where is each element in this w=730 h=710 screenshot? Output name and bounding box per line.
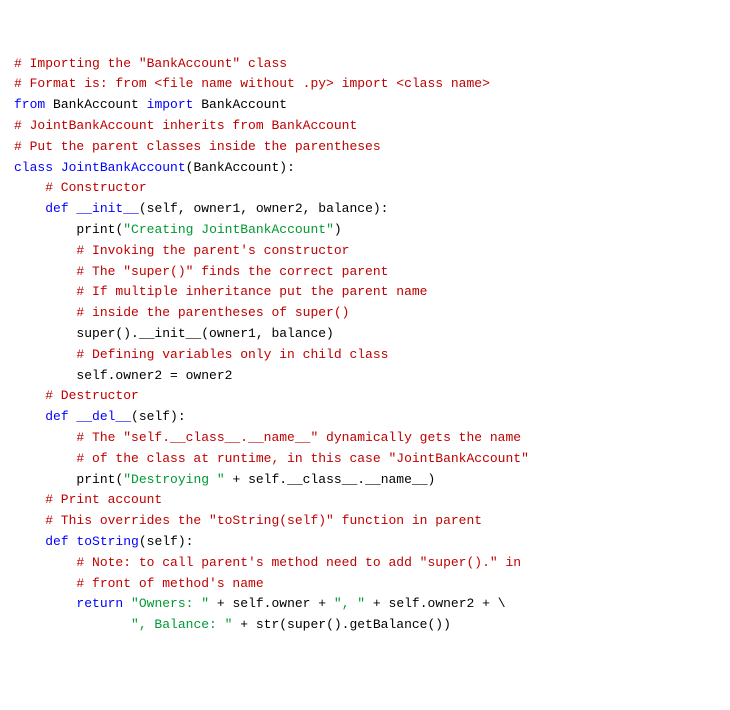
class-name: JointBankAccount — [53, 160, 186, 175]
string-literal: ", Balance: " — [131, 617, 232, 632]
keyword-def: def — [45, 201, 68, 216]
params: (self): — [131, 409, 186, 424]
code-line: def __del__(self): — [14, 407, 716, 428]
code-line: # front of method's name — [14, 574, 716, 595]
parent-class: BankAccount — [193, 160, 279, 175]
keyword-from: from — [14, 97, 45, 112]
keyword-def: def — [45, 534, 68, 549]
keyword-def: def — [45, 409, 68, 424]
string-literal: "Destroying " — [123, 472, 224, 487]
expression: + self.__class__.__name__) — [225, 472, 436, 487]
code-line: # JointBankAccount inherits from BankAcc… — [14, 116, 716, 137]
expression: + self.owner2 + \ — [365, 596, 505, 611]
params: (self): — [139, 534, 194, 549]
expression: + str(super().getBalance()) — [232, 617, 450, 632]
indent — [14, 201, 45, 216]
code-line: from BankAccount import BankAccount — [14, 95, 716, 116]
paren: ): — [279, 160, 295, 175]
paren: ) — [334, 222, 342, 237]
expression: + self.owner + — [209, 596, 334, 611]
comment: # front of method's name — [14, 576, 264, 591]
string-literal: ", " — [334, 596, 365, 611]
code-line: # This overrides the "toString(self)" fu… — [14, 511, 716, 532]
code-line: # Note: to call parent's method need to … — [14, 553, 716, 574]
comment: # Importing the "BankAccount" class — [14, 56, 287, 71]
code-line: class JointBankAccount(BankAccount): — [14, 158, 716, 179]
statement: self.owner2 = owner2 — [14, 368, 232, 383]
comment: # Defining variables only in child class — [14, 347, 388, 362]
keyword-class: class — [14, 160, 53, 175]
code-line: # Destructor — [14, 386, 716, 407]
string-literal: "Creating JointBankAccount" — [123, 222, 334, 237]
indent — [14, 534, 45, 549]
code-line: self.owner2 = owner2 — [14, 366, 716, 387]
code-line: # inside the parentheses of super() — [14, 303, 716, 324]
code-line: # If multiple inheritance put the parent… — [14, 282, 716, 303]
comment: # This overrides the "toString(self)" fu… — [14, 513, 482, 528]
comment: # Invoking the parent's constructor — [14, 243, 349, 258]
comment: # Constructor — [14, 180, 147, 195]
code-line: def toString(self): — [14, 532, 716, 553]
string-literal: "Owners: " — [131, 596, 209, 611]
builtin-print: print — [76, 472, 115, 487]
code-block: # Importing the "BankAccount" class # For… — [14, 54, 716, 636]
code-line: def __init__(self, owner1, owner2, balan… — [14, 199, 716, 220]
code-line: # Importing the "BankAccount" class — [14, 54, 716, 75]
indent — [14, 472, 76, 487]
indent — [14, 596, 76, 611]
code-line: ", Balance: " + str(super().getBalance()… — [14, 615, 716, 636]
class-name: BankAccount — [193, 97, 287, 112]
comment: # Note: to call parent's method need to … — [14, 555, 521, 570]
code-line: # Put the parent classes inside the pare… — [14, 137, 716, 158]
comment: # Destructor — [14, 388, 139, 403]
code-line: print("Creating JointBankAccount") — [14, 220, 716, 241]
comment: # Print account — [14, 492, 162, 507]
indent — [14, 409, 45, 424]
indent — [14, 222, 76, 237]
code-line: # The "self.__class__.__name__" dynamica… — [14, 428, 716, 449]
builtin-print: print — [76, 222, 115, 237]
code-line: # Defining variables only in child class — [14, 345, 716, 366]
code-line: # Print account — [14, 490, 716, 511]
code-line: # Format is: from <file name without .py… — [14, 74, 716, 95]
code-line: super().__init__(owner1, balance) — [14, 324, 716, 345]
comment: # JointBankAccount inherits from BankAcc… — [14, 118, 357, 133]
comment: # Format is: from <file name without .py… — [14, 76, 490, 91]
comment: # If multiple inheritance put the parent… — [14, 284, 427, 299]
comment: # The "super()" finds the correct parent — [14, 264, 388, 279]
code-line: return "Owners: " + self.owner + ", " + … — [14, 594, 716, 615]
keyword-return: return — [76, 596, 123, 611]
function-name: __del__ — [69, 409, 131, 424]
space — [123, 596, 131, 611]
params: (self, owner1, owner2, balance): — [139, 201, 389, 216]
statement: super().__init__(owner1, balance) — [14, 326, 334, 341]
comment: # Put the parent classes inside the pare… — [14, 139, 381, 154]
code-line: # The "super()" finds the correct parent — [14, 262, 716, 283]
function-name: __init__ — [69, 201, 139, 216]
code-line: print("Destroying " + self.__class__.__n… — [14, 470, 716, 491]
keyword-import: import — [147, 97, 194, 112]
comment: # inside the parentheses of super() — [14, 305, 349, 320]
function-name: toString — [69, 534, 139, 549]
module-name: BankAccount — [45, 97, 146, 112]
comment: # The "self.__class__.__name__" dynamica… — [14, 430, 521, 445]
comment: # of the class at runtime, in this case … — [14, 451, 529, 466]
code-line: # Invoking the parent's constructor — [14, 241, 716, 262]
indent — [14, 617, 131, 632]
code-line: # of the class at runtime, in this case … — [14, 449, 716, 470]
code-line: # Constructor — [14, 178, 716, 199]
